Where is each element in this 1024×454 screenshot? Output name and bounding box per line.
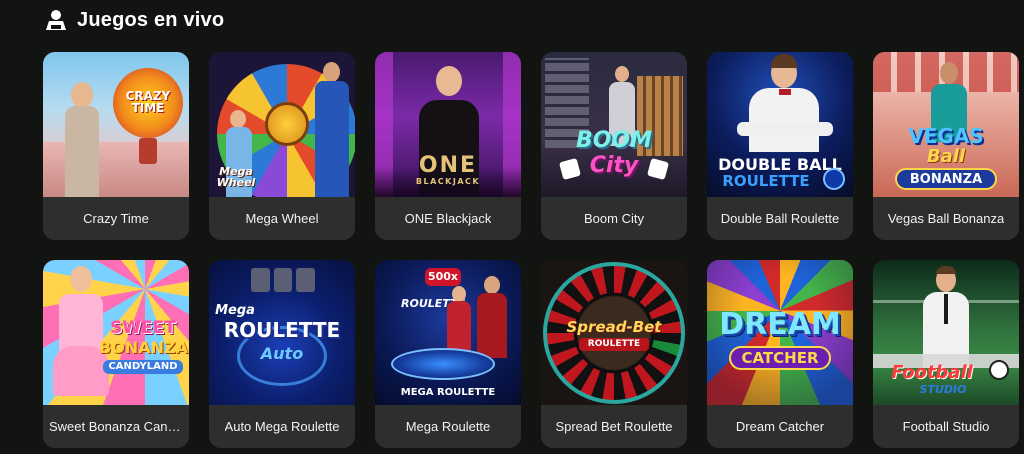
game-thumbnail: Mega ROULETTE Auto [209,260,355,405]
game-card-vegas-ball-bonanza[interactable]: VEGAS Ball BONANZA Vegas Ball Bonanza [873,52,1019,240]
game-logo-sub: Auto [260,344,304,363]
game-logo-sub: STUDIO [919,383,967,396]
game-card-dream-catcher[interactable]: DREAM CATCHER Dream Catcher [707,260,853,448]
game-title: Double Ball Roulette [707,197,853,240]
game-title: Football Studio [873,405,1019,448]
game-card-mega-roulette[interactable]: 500x ROULETTE MEGA ROULETTE Mega Roulett… [375,260,521,448]
live-dealer-icon [46,10,66,30]
game-logo: SWEET [110,318,176,338]
game-logo-mid: Ball [926,146,966,167]
game-card-boom-city[interactable]: BOOM City Boom City [541,52,687,240]
game-card-mega-wheel[interactable]: Mega Wheel Mega Wheel [209,52,355,240]
game-thumbnail: 500x ROULETTE MEGA ROULETTE [375,260,521,405]
game-title: Mega Roulette [375,405,521,448]
game-logo-sub: CANDYLAND [103,360,183,374]
game-thumbnail: Football STUDIO [873,260,1019,405]
game-logo: Football [891,362,973,383]
game-thumbnail: Spread-Bet ROULETTE [541,260,687,405]
game-logo: Spread-Bet [566,318,662,336]
game-logo: Mega Wheel [216,165,256,189]
game-title: Dream Catcher [707,405,853,448]
game-logo: CRAZY TIME [125,89,171,115]
game-thumbnail: SWEET BONANZA CANDYLAND [43,260,189,405]
game-badge: 500x [427,270,459,283]
game-thumbnail: DOUBLE BALL ROULETTE [707,52,853,197]
game-logo-sub: CATCHER [741,349,819,367]
section-title: Juegos en vivo [77,8,225,31]
game-logo-sub: MEGA ROULETTE [400,387,496,398]
game-logo: VEGAS [908,124,984,148]
game-thumbnail: VEGAS Ball BONANZA [873,52,1019,197]
game-thumbnail: CRAZY TIME [43,52,189,197]
game-title: Spread Bet Roulette [541,405,687,448]
game-card-sweet-bonanza-candyland[interactable]: SWEET BONANZA CANDYLAND Sweet Bonanza Ca… [43,260,189,448]
game-logo: Mega [215,303,255,318]
game-logo-sub: City [589,153,639,178]
game-title: ONE Blackjack [375,197,521,240]
section-header: Juegos en vivo [45,7,224,33]
game-logo-sub: BONANZA [909,172,983,187]
game-card-one-blackjack[interactable]: ONE BLACKJACK ONE Blackjack [375,52,521,240]
game-logo: DREAM [719,307,841,342]
game-logo-mid: BONANZA [99,338,188,357]
game-logo-sub: ROULETTE [579,338,649,351]
game-card-auto-mega-roulette[interactable]: Mega ROULETTE Auto Auto Mega Roulette [209,260,355,448]
game-card-football-studio[interactable]: Football STUDIO Football Studio [873,260,1019,448]
game-thumbnail: BOOM City [541,52,687,197]
game-title: Boom City [541,197,687,240]
game-thumbnail: Mega Wheel [209,52,355,197]
game-thumbnail: ONE BLACKJACK [375,52,521,197]
game-title: Mega Wheel [209,197,355,240]
game-thumbnail: DREAM CATCHER [707,260,853,405]
game-title: Auto Mega Roulette [209,405,355,448]
game-logo: ONE [418,153,478,178]
game-logo-mid: ROULETTE [223,318,341,342]
game-logo: BOOM [575,128,653,153]
game-card-double-ball-roulette[interactable]: DOUBLE BALL ROULETTE Double Ball Roulett… [707,52,853,240]
game-title: Crazy Time [43,197,189,240]
game-logo-sub: BLACKJACK [415,177,481,186]
game-card-crazy-time[interactable]: CRAZY TIME Crazy Time [43,52,189,240]
game-title: Sweet Bonanza Cand... [43,405,189,448]
game-card-spread-bet-roulette[interactable]: Spread-Bet ROULETTE Spread Bet Roulette [541,260,687,448]
games-grid: CRAZY TIME Crazy Time Mega Wheel Mega Wh… [43,52,1019,448]
game-title: Vegas Ball Bonanza [873,197,1019,240]
game-logo-sub: ROULETTE [722,172,810,190]
